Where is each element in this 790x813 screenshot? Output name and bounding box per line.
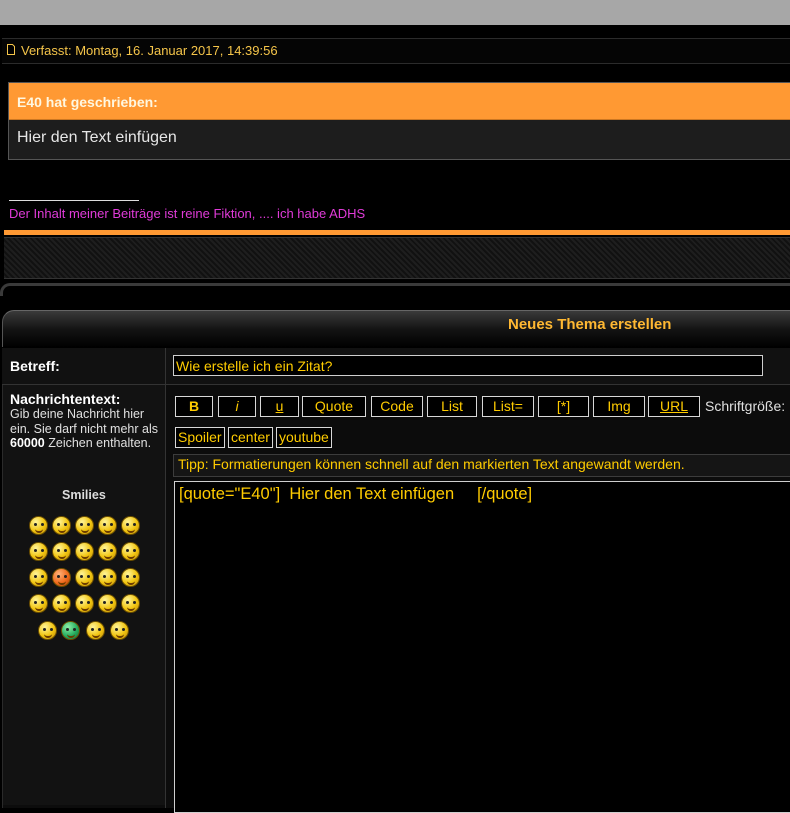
message-textarea[interactable] — [174, 481, 790, 813]
smiley-surprised-icon[interactable] — [29, 542, 48, 561]
smiley-roll-icon[interactable] — [29, 594, 48, 613]
browser-top-bar — [0, 0, 790, 25]
font-size-label: Schriftgröße: — [705, 398, 786, 414]
smiley-lol-icon[interactable] — [98, 542, 117, 561]
post-meta-bar: Verfasst: Montag, 16. Januar 2017, 14:39… — [2, 38, 790, 64]
signature-text: Der Inhalt meiner Beiträge ist reine Fik… — [9, 206, 366, 221]
list-ordered-button[interactable]: List= — [482, 396, 534, 417]
message-hint-pre: Gib deine Nachricht hier ein. Sie darf n… — [10, 407, 158, 436]
post-date: Verfasst: Montag, 16. Januar 2017, 14:39… — [21, 43, 278, 58]
smiley-wink-icon[interactable] — [75, 516, 94, 535]
smiley-glasses-icon[interactable] — [86, 621, 105, 640]
smiley-mad-icon[interactable] — [121, 568, 140, 587]
quote-button[interactable]: Quote — [302, 396, 366, 417]
arrow-icon[interactable] — [121, 594, 140, 613]
quote-box: E40 hat geschrieben: Hier den Text einfü… — [8, 82, 790, 160]
message-hint: Gib deine Nachricht hier ein. Sie darf n… — [10, 407, 160, 451]
smiley-shock-icon[interactable] — [121, 516, 140, 535]
subject-label: Betreff: — [10, 358, 60, 374]
smilies-label: Smilies — [62, 488, 106, 502]
orange-separator — [4, 230, 790, 235]
smiley-laugh-icon[interactable] — [29, 516, 48, 535]
post-footer-strip — [4, 237, 790, 279]
tip-text: Tipp: Formatierungen können schnell auf … — [178, 456, 685, 472]
new-topic-title: Neues Thema erstellen — [508, 316, 672, 333]
message-max-chars: 60000 — [10, 436, 45, 450]
new-topic-header — [2, 310, 790, 347]
quote-author: E40 hat geschrieben: — [17, 94, 158, 110]
list-button[interactable]: List — [427, 396, 477, 417]
smiley-cool-icon[interactable] — [75, 542, 94, 561]
smiley-confused-icon[interactable] — [52, 542, 71, 561]
message-label: Nachrichtentext: — [10, 391, 121, 407]
center-button[interactable]: center — [228, 427, 273, 448]
panel-edge — [0, 283, 790, 296]
smiley-razz-icon[interactable] — [29, 568, 48, 587]
underline-button[interactable]: u — [260, 396, 299, 417]
post-document-icon[interactable] — [7, 44, 15, 55]
signature-separator — [9, 200, 139, 201]
message-text: [quote="E40"] Hier den Text einfügen [/q… — [179, 485, 533, 503]
smiley-cry-icon[interactable] — [121, 542, 140, 561]
smiley-embarrassed-icon[interactable] — [52, 568, 71, 587]
youtube-button[interactable]: youtube — [276, 427, 332, 448]
spoiler-button[interactable]: Spoiler — [175, 427, 225, 448]
idea-icon[interactable] — [98, 594, 117, 613]
exclamation-icon[interactable] — [52, 594, 71, 613]
question-icon[interactable] — [75, 594, 94, 613]
url-button[interactable]: URL — [648, 396, 700, 417]
message-hint-post: Zeichen enthalten. — [44, 436, 152, 450]
smiley-grin-icon[interactable] — [52, 516, 71, 535]
smiley-sad-icon[interactable] — [98, 516, 117, 535]
quote-text: Hier den Text einfügen — [17, 129, 177, 146]
smiley-nerd-icon[interactable] — [110, 621, 129, 640]
bold-button[interactable]: B — [175, 396, 213, 417]
subject-input[interactable] — [173, 355, 763, 376]
quote-header: E40 hat geschrieben: — [9, 83, 790, 120]
smiley-evil-icon[interactable] — [98, 568, 117, 587]
smiley-green-icon[interactable] — [61, 621, 80, 640]
column-divider — [165, 348, 166, 808]
smiley-neutral2-icon[interactable] — [38, 621, 57, 640]
code-button[interactable]: Code — [371, 396, 423, 417]
italic-button[interactable]: i — [218, 396, 256, 417]
img-button[interactable]: Img — [593, 396, 645, 417]
list-item-button[interactable]: [*] — [538, 396, 589, 417]
smiley-neutral-icon[interactable] — [75, 568, 94, 587]
